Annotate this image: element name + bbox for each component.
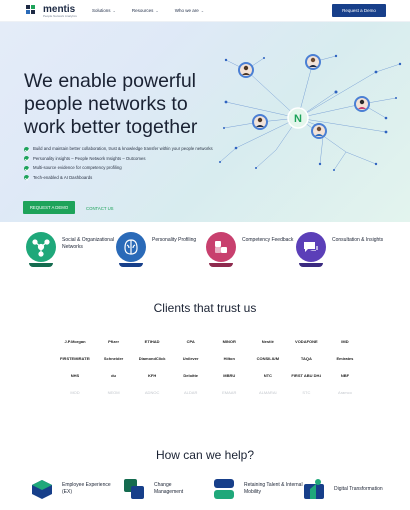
site-header: mentis People Network Analytics Solution… xyxy=(0,0,410,22)
client-logo: NTC xyxy=(263,372,272,378)
people-network-illustration: N xyxy=(219,54,402,171)
hero-request-demo-button[interactable]: REQUEST A DEMO xyxy=(23,201,75,214)
employee-experience-icon xyxy=(30,478,54,500)
help-label: Employee Experience (EX) xyxy=(62,482,111,495)
client-logo: STC xyxy=(302,389,311,395)
feature-social-networks[interactable]: Social & Organizational Networks xyxy=(26,232,122,267)
mentis-logo[interactable]: mentis People Network Analytics xyxy=(26,4,77,18)
help-retaining-talent[interactable]: Retaining Talent & Internal Mobility xyxy=(212,478,308,500)
avatar xyxy=(305,54,321,70)
check-icon xyxy=(24,175,29,181)
client-logo: KFH xyxy=(148,372,157,378)
client-logo: Nestlé xyxy=(261,338,274,344)
network-center-badge: N xyxy=(287,107,309,129)
avatar xyxy=(252,114,268,130)
check-icon xyxy=(24,146,29,152)
client-logo: VODAFONE xyxy=(295,338,318,344)
list-item: Build and maintain better collaboration,… xyxy=(24,146,213,152)
svg-text:N: N xyxy=(294,113,302,125)
feature-label: Competency Feedback xyxy=(242,237,294,243)
logo-row: MOD NEOM ADNOC ALDAR EMAAR ALMARAI STC A… xyxy=(60,387,360,397)
client-logo: DiamondClick xyxy=(138,355,166,361)
client-logo: EMAAR xyxy=(222,389,237,395)
help-list: Employee Experience (EX) Change Manageme… xyxy=(30,478,390,506)
nav-solutions[interactable]: Solutions ⌄ xyxy=(92,8,116,13)
chevron-down-icon: ⌄ xyxy=(155,8,159,13)
feature-label: Consultation & Insights xyxy=(332,237,384,243)
chat-icon xyxy=(296,232,326,267)
client-logo: IMD xyxy=(341,338,349,344)
client-logo: ALDAR xyxy=(184,389,198,395)
feature-competency-feedback[interactable]: Competency Feedback xyxy=(206,232,302,267)
hero-bullet-list: Build and maintain better collaboration,… xyxy=(24,146,213,184)
digital-transformation-icon xyxy=(302,478,326,500)
logo-mark-icon xyxy=(26,5,40,15)
contact-us-link[interactable]: CONTACT US xyxy=(86,206,114,211)
nav-who-we-are[interactable]: Who we are ⌄ xyxy=(175,8,204,13)
client-logo: MINOR xyxy=(222,338,236,344)
request-demo-button[interactable]: Request a Demo xyxy=(332,4,386,17)
client-logo: Hilton xyxy=(223,355,235,361)
client-logo: CONSILIUM xyxy=(256,355,280,361)
help-change-management[interactable]: Change Management xyxy=(122,478,200,500)
client-logo: NHS xyxy=(70,372,80,378)
help-digital-transformation[interactable]: Digital Transformation xyxy=(302,478,386,500)
avatar xyxy=(354,96,370,112)
client-logo: MBRU xyxy=(223,372,236,378)
help-label: Digital Transformation xyxy=(334,485,383,492)
client-logo: ADNOC xyxy=(144,389,160,395)
chevron-down-icon: ⌄ xyxy=(200,8,205,13)
client-logo: TAQA xyxy=(300,355,312,361)
feedback-icon xyxy=(206,232,236,267)
client-logo: MOD xyxy=(70,389,80,395)
client-logo-grid: J.P.Morgan Pfizer ETIHAD CPA MINOR Nestl… xyxy=(60,336,360,404)
client-logo: ALMARAI xyxy=(259,389,277,395)
client-logo: Emirates xyxy=(336,355,354,361)
brand-name: mentis xyxy=(43,4,76,15)
clients-heading: Clients that trust us xyxy=(153,301,257,315)
hero-title: We enable powerful people networks to wo… xyxy=(24,70,198,138)
chevron-down-icon: ⌄ xyxy=(112,8,116,13)
help-heading: How can we help? xyxy=(155,448,255,462)
list-item: Multi-source evidence for competency pro… xyxy=(24,165,213,171)
talent-icon xyxy=(212,478,236,500)
logo-row: NHS du KFH Deloitte MBRU NTC FIRST ABU D… xyxy=(60,370,360,380)
client-logo: FIRST ABU DHABI xyxy=(291,372,321,378)
brain-icon xyxy=(116,232,146,267)
change-management-icon xyxy=(122,478,146,500)
hero-section: N We enable powerful people networks to … xyxy=(0,22,410,222)
list-item: Tech-enabled & AI Dashboards xyxy=(24,175,213,181)
feature-label: Social & Organizational Networks xyxy=(62,237,114,250)
main-nav: Solutions ⌄ Resources ⌄ Who we are ⌄ xyxy=(92,8,204,13)
client-logo: ETIHAD xyxy=(144,338,160,344)
logo-row: FIRSTEMIRATES Schneider DiamondClick Uni… xyxy=(60,353,360,363)
avatar xyxy=(238,62,254,78)
client-logo: Schneider xyxy=(103,355,124,361)
client-logo: Aramco xyxy=(338,389,352,395)
client-logo: du xyxy=(111,372,116,378)
help-employee-experience[interactable]: Employee Experience (EX) xyxy=(30,478,118,500)
nav-resources[interactable]: Resources ⌄ xyxy=(132,8,159,13)
client-logo: J.P.Morgan xyxy=(64,338,86,344)
avatar xyxy=(311,123,327,139)
feature-consultation-insights[interactable]: Consultation & Insights xyxy=(296,232,392,267)
client-logo: Pfizer xyxy=(108,338,120,344)
help-label: Retaining Talent & Internal Mobility xyxy=(244,482,303,495)
client-logo: Unilever xyxy=(182,355,199,361)
brand-tagline: People Network Analytics xyxy=(43,14,77,18)
logo-row: J.P.Morgan Pfizer ETIHAD CPA MINOR Nestl… xyxy=(60,336,360,346)
client-logo: NBF xyxy=(340,372,350,378)
client-logo: FIRSTEMIRATES xyxy=(60,355,90,361)
client-logo: Deloitte xyxy=(183,372,199,378)
list-item: Personality insights – People Network In… xyxy=(24,156,213,162)
feature-list: Social & Organizational Networks Persona… xyxy=(24,232,394,272)
check-icon xyxy=(24,165,29,171)
feature-personality-profiling[interactable]: Personality Profiling xyxy=(116,232,212,267)
check-icon xyxy=(24,156,29,162)
client-logo: CPA xyxy=(186,338,195,344)
help-label: Change Management xyxy=(154,482,184,495)
client-logo: NEOM xyxy=(107,389,120,395)
feature-label: Personality Profiling xyxy=(152,237,197,243)
network-icon xyxy=(26,232,56,267)
